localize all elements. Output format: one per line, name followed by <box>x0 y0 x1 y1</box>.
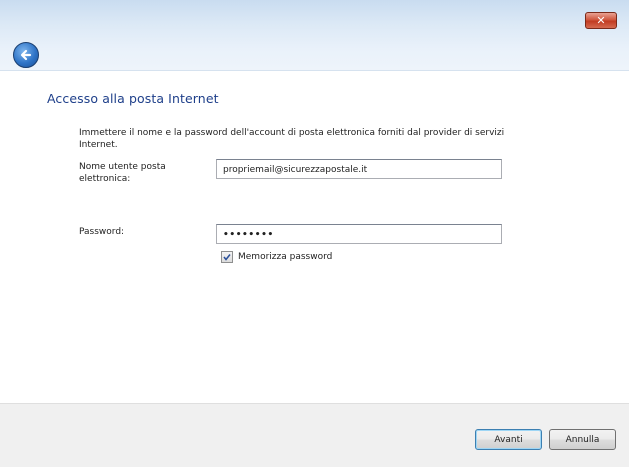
remember-password-label: Memorizza password <box>238 252 333 262</box>
remember-password-checkbox[interactable] <box>221 251 233 263</box>
cancel-button[interactable]: Annulla <box>549 429 616 450</box>
checkmark-icon <box>223 254 231 261</box>
remember-password-option[interactable]: Memorizza password <box>221 251 332 263</box>
mail-setup-dialog: ✕ Accesso alla posta Internet Immettere … <box>0 0 629 467</box>
username-label: Nome utente posta elettronica: <box>79 162 166 184</box>
close-button[interactable]: ✕ <box>585 12 617 29</box>
password-input[interactable]: •••••••• <box>216 224 502 244</box>
page-title: Accesso alla posta Internet <box>47 91 219 106</box>
back-arrow-icon <box>20 49 32 61</box>
back-button[interactable] <box>13 42 39 68</box>
wizard-content: Accesso alla posta Internet Immettere il… <box>0 71 629 403</box>
next-button[interactable]: Avanti <box>475 429 542 450</box>
instructions-text: Immettere il nome e la password dell'acc… <box>79 128 505 150</box>
username-input[interactable]: propriemail@sicurezzapostale.it <box>216 159 502 179</box>
password-label: Password: <box>79 227 125 237</box>
close-icon: ✕ <box>596 14 606 27</box>
title-bar: ✕ <box>0 0 629 71</box>
dialog-footer: Avanti Annulla <box>0 403 629 467</box>
